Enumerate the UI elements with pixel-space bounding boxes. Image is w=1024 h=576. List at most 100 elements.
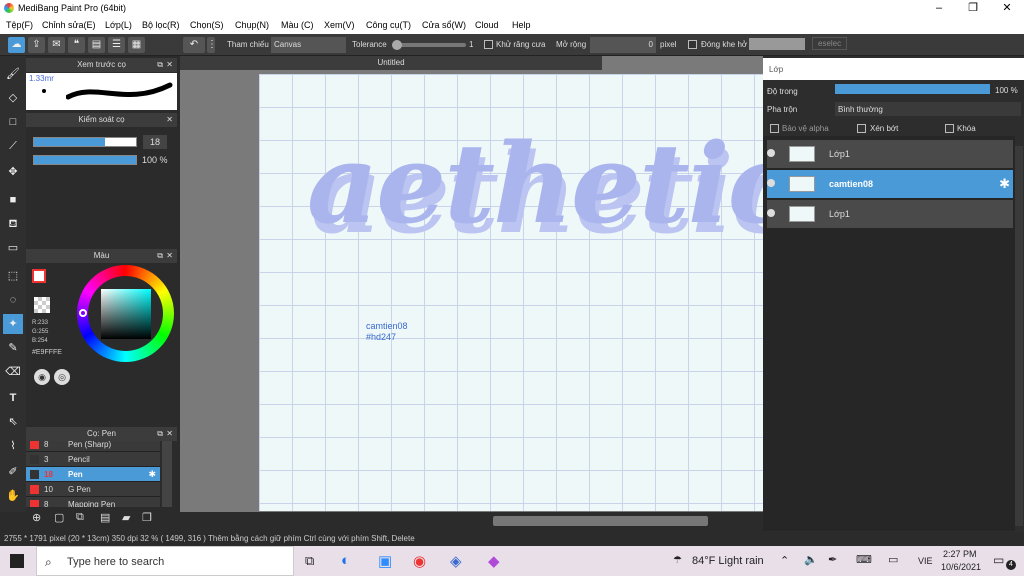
canvas-tab[interactable]: Untitled (180, 56, 602, 70)
brush-tool-icon[interactable]: 🖌 (3, 64, 23, 84)
weather-text[interactable]: 84°F Light rain (692, 555, 764, 567)
brush-list-item[interactable]: 18 Pen ✱ (26, 467, 160, 482)
palette-settings-icon[interactable]: ◎ (54, 369, 70, 385)
magic-wand-tool-icon[interactable]: ✦ (3, 314, 23, 334)
weather-icon[interactable]: ☂ (673, 555, 682, 566)
popout-icon[interactable]: ⧉ (157, 427, 163, 441)
gear-icon[interactable]: ✱ (999, 176, 1010, 192)
speaker-icon[interactable]: 🔈 (804, 553, 818, 566)
menu-filter[interactable]: Bộ lọc(R) (142, 20, 180, 30)
brush-list-item[interactable]: 10 G Pen (26, 482, 160, 497)
brush-list-item[interactable]: 3 Pencil (26, 452, 160, 467)
add-brush-icon[interactable]: ⊕ (32, 511, 41, 524)
medibang-icon[interactable]: ◈ (450, 552, 462, 570)
select-pen-tool-icon[interactable]: ✎ (3, 338, 23, 358)
menu-select[interactable]: Chọn(S) (190, 20, 224, 30)
canvas-h-scrollbar[interactable] (180, 514, 763, 528)
popout-icon[interactable]: ⧉ (157, 58, 163, 72)
layer-scrollbar[interactable] (1015, 146, 1023, 526)
brush-list-scrollbar[interactable] (162, 441, 172, 507)
menu-view[interactable]: Xem(V) (324, 20, 355, 30)
dropper-tool-icon[interactable]: ✐ (3, 462, 23, 482)
tolerance-slider-thumb[interactable] (392, 40, 402, 50)
zoom-icon[interactable]: ▣ (378, 552, 392, 570)
transparent-swatch[interactable] (34, 297, 50, 313)
brush-list-item[interactable]: 8 Mapping Pen (26, 497, 160, 507)
layer-row[interactable]: Lớp1 (767, 140, 1013, 168)
operation-tool-icon[interactable]: ⇖ (3, 412, 23, 432)
menu-window[interactable]: Cửa sổ(W) (422, 20, 466, 30)
minimize-button[interactable]: – (922, 0, 956, 17)
palette-icon[interactable]: ◉ (34, 369, 50, 385)
close-gap-slider[interactable] (749, 38, 805, 50)
upload-icon[interactable]: ⇪ (28, 37, 45, 53)
brush-list-item[interactable]: 8 Pen (Sharp) (26, 441, 160, 452)
menu-file[interactable]: Tệp(F) (6, 20, 33, 30)
antialias-checkbox[interactable] (484, 40, 493, 49)
duplicate-icon[interactable]: ❐ (142, 511, 152, 524)
close-gap-checkbox[interactable] (688, 40, 697, 49)
windows-start-icon[interactable]: ⊞ (10, 554, 24, 568)
copy-brush-icon[interactable]: ⧉ (76, 511, 84, 524)
folder-icon[interactable]: ▰ (122, 511, 130, 524)
language-indicator[interactable]: VIE (918, 556, 933, 566)
hand-tool-icon[interactable]: ✋ (3, 486, 23, 506)
popout-icon[interactable]: ⧉ (157, 249, 163, 263)
layer-row[interactable]: Lớp1 (767, 200, 1013, 228)
foreground-color-swatch[interactable] (32, 269, 46, 283)
gear-icon[interactable]: ✱ (148, 469, 156, 480)
edge-icon[interactable]: ◐ (341, 552, 350, 569)
h-scroll-thumb[interactable] (493, 516, 708, 526)
brush-size-value[interactable]: 18 (143, 135, 167, 149)
keyboard-icon[interactable]: ⌨ (856, 553, 872, 566)
document-canvas[interactable]: aethetic aethetic camtien08 #hd247 (259, 74, 799, 511)
comment-icon[interactable]: ✉ (48, 37, 65, 53)
fill-rect-tool-icon[interactable]: ■ (3, 190, 23, 210)
cloud-icon[interactable]: ☁ (8, 37, 25, 53)
clock-time[interactable]: 2:27 PM (943, 549, 977, 559)
text-tool-icon[interactable]: T (3, 388, 23, 408)
close-icon[interactable]: ✕ (166, 249, 173, 263)
deselect-button[interactable]: eselec (812, 37, 848, 50)
new-brush-icon[interactable]: ▢ (54, 511, 64, 524)
task-view-icon[interactable]: ⧉ (305, 553, 314, 569)
expand-input[interactable]: 0 (590, 37, 656, 53)
bucket-tool-icon[interactable]: ⛾ (3, 214, 23, 234)
menu-layer[interactable]: Lớp(L) (105, 20, 132, 30)
menu-tools[interactable]: Công cụ(T) (366, 20, 411, 30)
pen-icon[interactable]: ✒ (828, 553, 837, 566)
blend-select[interactable]: Bình thường (835, 102, 1021, 116)
saturation-square[interactable] (101, 289, 151, 339)
brush-settings-icon[interactable]: ▤ (100, 511, 110, 524)
select-tool-icon[interactable]: ⬚ (3, 266, 23, 286)
menu-help[interactable]: Help (512, 20, 531, 30)
select-eraser-tool-icon[interactable]: ⌫ (3, 362, 23, 382)
menu-capture[interactable]: Chụp(N) (235, 20, 269, 30)
undo-icon[interactable]: ↶ (183, 37, 205, 53)
menu-cloud[interactable]: Cloud (475, 20, 499, 30)
ibis-icon[interactable]: ◆ (488, 552, 500, 570)
search-box[interactable]: ⌕ Type here to search (36, 546, 294, 576)
chat-icon[interactable]: ❝ (68, 37, 85, 53)
brush-opacity-slider[interactable] (33, 155, 137, 165)
list-icon[interactable]: ☰ (108, 37, 125, 53)
tolerance-slider[interactable] (392, 40, 466, 50)
display-icon[interactable]: ▭ (888, 553, 898, 566)
visibility-icon[interactable] (767, 209, 775, 217)
reference-select[interactable]: Canvas (271, 37, 346, 53)
lasso-tool-icon[interactable]: ◌ (3, 290, 23, 310)
close-icon[interactable]: ✕ (166, 427, 173, 441)
notification-icon[interactable]: ▭ (993, 553, 1004, 567)
chrome-icon[interactable]: ◉ (413, 552, 426, 570)
menu-color[interactable]: Màu (C) (281, 20, 314, 30)
layer-opacity-slider[interactable] (835, 84, 990, 94)
maximize-button[interactable]: ❐ (956, 0, 990, 17)
hue-handle[interactable] (79, 309, 87, 317)
protect-alpha-checkbox[interactable] (770, 124, 779, 133)
move-tool-icon[interactable]: ✥ (3, 162, 23, 182)
line-tool-icon[interactable]: ⟋ (3, 136, 23, 156)
grid-icon[interactable]: ▦ (128, 37, 145, 53)
menu-edit[interactable]: Chỉnh sửa(E) (42, 20, 96, 30)
document-icon[interactable]: ▤ (88, 37, 105, 53)
hue-ring[interactable] (77, 265, 174, 362)
